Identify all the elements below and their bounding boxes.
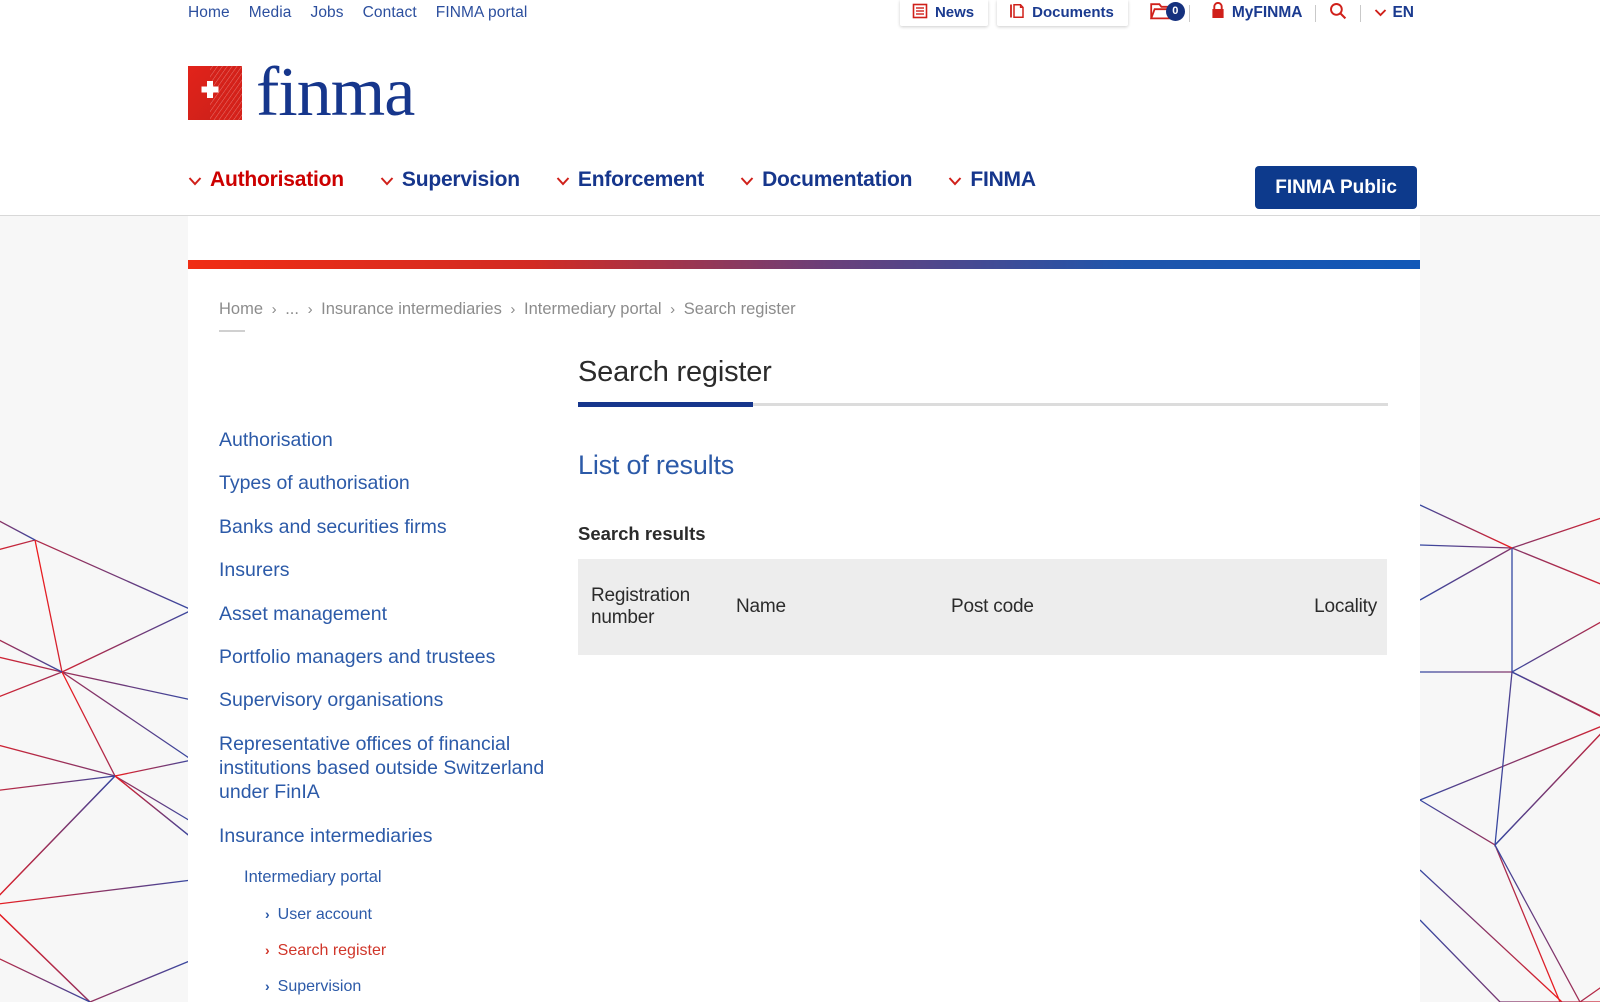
sidebar-navigation: Authorisation Types of authorisation Ban… — [219, 428, 549, 1002]
sidebar-item-types-of-authorisation[interactable]: Types of authorisation — [219, 471, 549, 495]
content-panel: Home › ... › Insurance intermediaries › … — [188, 216, 1420, 1002]
chevron-right-icon: › — [265, 977, 270, 994]
breadcrumb-item-insurance-intermediaries[interactable]: Insurance intermediaries — [321, 300, 502, 318]
breadcrumb: Home › ... › Insurance intermediaries › … — [219, 300, 796, 319]
swiss-cross-logo — [188, 65, 242, 120]
utility-divider-1 — [1188, 4, 1190, 22]
nav-label: FINMA — [970, 168, 1036, 191]
search-results-table: Registration number Name Post code Local… — [578, 559, 1387, 655]
sidebar-item-insurance-intermediaries[interactable]: Insurance intermediaries — [219, 824, 549, 848]
breadcrumb-item-search-register[interactable]: Search register — [684, 300, 796, 318]
sidebar-item-label: Supervision — [277, 977, 362, 995]
document-icon — [1009, 3, 1025, 23]
news-list-icon — [912, 3, 928, 23]
nav-label: Enforcement — [577, 168, 705, 191]
utility-link-finma-portal[interactable]: FINMA portal — [436, 4, 528, 22]
chevron-down-icon — [1374, 4, 1387, 22]
news-button-label: News — [934, 4, 975, 21]
sidebar-item-search-register[interactable]: › Search register — [265, 941, 549, 961]
sidebar-item-intermediary-portal[interactable]: Intermediary portal — [244, 867, 549, 888]
language-label: EN — [1392, 4, 1414, 21]
language-selector[interactable]: EN — [1374, 4, 1414, 22]
sidebar-item-user-account[interactable]: › User account — [265, 905, 549, 925]
sidebar-item-authorisation[interactable]: Authorisation — [219, 428, 549, 452]
main-column: Search register List of results Search r… — [578, 356, 1388, 655]
nav-item-supervision[interactable]: Supervision — [380, 168, 520, 192]
breadcrumb-separator: › — [307, 301, 313, 318]
nav-label: Supervision — [401, 168, 520, 191]
utility-bar: Home Media Jobs Contact FINMA portal New… — [0, 0, 1600, 26]
search-results-label: Search results — [578, 523, 706, 544]
breadcrumb-item-home[interactable]: Home — [219, 300, 263, 318]
documents-button[interactable]: Documents — [997, 0, 1128, 26]
utility-link-home[interactable]: Home — [188, 4, 230, 22]
sidebar-item-representative-offices[interactable]: Representative offices of financial inst… — [219, 732, 549, 805]
utility-link-contact[interactable]: Contact — [363, 4, 417, 22]
column-header-name[interactable]: Name — [736, 559, 951, 655]
section-title-list-of-results: List of results — [578, 450, 735, 480]
nav-item-finma[interactable]: FINMA — [948, 168, 1036, 192]
search-icon — [1329, 2, 1347, 25]
column-header-post-code[interactable]: Post code — [951, 559, 1169, 655]
nav-label: Authorisation — [210, 168, 344, 191]
finma-logo[interactable]: finma — [188, 54, 415, 131]
breadcrumb-item-intermediary-portal[interactable]: Intermediary portal — [524, 300, 662, 318]
sidebar-item-label: Search register — [277, 941, 387, 959]
utility-divider-2 — [1315, 4, 1317, 22]
page-title: Search register — [578, 356, 772, 388]
chevron-down-icon — [380, 168, 394, 192]
sidebar-item-supervisory-organisations[interactable]: Supervisory organisations — [219, 688, 549, 712]
myfinma-label: MyFINMA — [1231, 4, 1303, 21]
utility-actions: News Documents 0 MyFINMA EN — [899, 0, 1414, 26]
sidebar-item-insurers[interactable]: Insurers — [219, 558, 549, 582]
basket-count-badge: 0 — [1165, 1, 1185, 21]
documents-button-label: Documents — [1032, 4, 1114, 21]
search-icon-button[interactable] — [1329, 2, 1347, 25]
breadcrumb-separator: › — [510, 301, 516, 318]
page-title-underline — [578, 402, 1388, 407]
nav-item-authorisation[interactable]: Authorisation — [188, 168, 344, 192]
nav-item-documentation[interactable]: Documentation — [740, 168, 913, 192]
breadcrumb-separator: › — [271, 301, 277, 318]
sidebar-item-portfolio-managers-and-trustees[interactable]: Portfolio managers and trustees — [219, 645, 549, 669]
myfinma-button[interactable]: MyFINMA — [1211, 1, 1303, 24]
table-header-row: Registration number Name Post code Local… — [578, 559, 1387, 655]
finma-public-button[interactable]: FINMA Public — [1255, 166, 1417, 209]
news-button[interactable]: News — [899, 0, 989, 26]
column-header-registration-number[interactable]: Registration number — [578, 559, 736, 655]
utility-link-jobs[interactable]: Jobs — [310, 4, 343, 22]
lock-icon — [1211, 1, 1225, 24]
main-navigation: Authorisation Supervision Enforcement Do… — [188, 168, 1036, 192]
sidebar-item-asset-management[interactable]: Asset management — [219, 602, 549, 626]
chevron-right-icon: › — [265, 905, 270, 922]
finma-wordmark: finma — [256, 54, 415, 131]
column-header-locality[interactable]: Locality — [1169, 559, 1387, 655]
nav-item-enforcement[interactable]: Enforcement — [556, 168, 704, 192]
chevron-down-icon — [556, 168, 570, 192]
utility-link-media[interactable]: Media — [249, 4, 292, 22]
chevron-down-icon — [948, 168, 962, 192]
breadcrumb-item-ellipsis[interactable]: ... — [285, 300, 299, 318]
utility-divider-3 — [1360, 4, 1362, 22]
basket-button[interactable]: 0 — [1149, 1, 1185, 26]
sidebar-item-label: User account — [277, 905, 372, 923]
chevron-right-icon: › — [265, 941, 270, 958]
utility-links: Home Media Jobs Contact FINMA portal — [188, 0, 527, 26]
accent-gradient-bar — [188, 260, 1420, 269]
nav-label: Documentation — [762, 168, 913, 191]
chevron-down-icon — [188, 168, 202, 192]
chevron-down-icon — [740, 168, 754, 192]
breadcrumb-separator: › — [670, 301, 676, 318]
breadcrumb-underline — [219, 330, 245, 332]
sidebar-item-supervision[interactable]: › Supervision — [265, 977, 549, 997]
sidebar-item-banks-and-securities-firms[interactable]: Banks and securities firms — [219, 515, 549, 539]
